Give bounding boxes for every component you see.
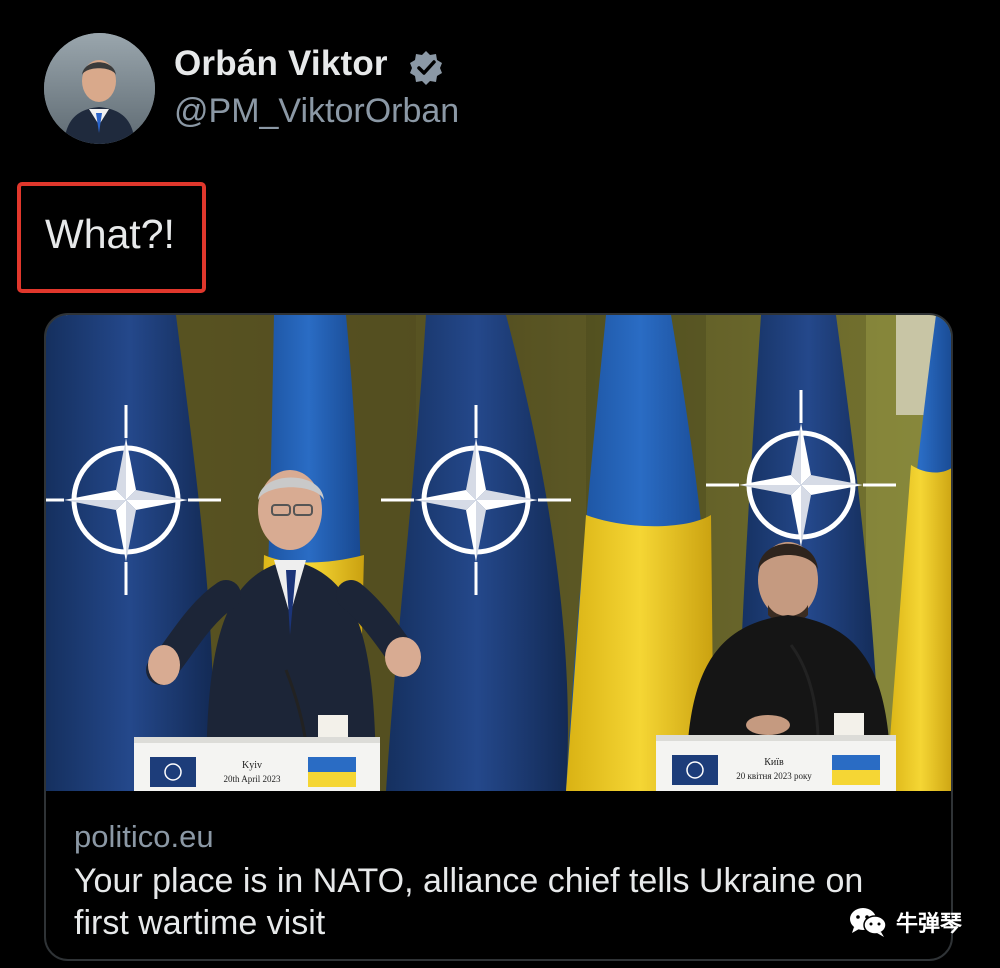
watermark-text: 牛弹琴 xyxy=(896,912,963,937)
left-podium-city: Kyiv xyxy=(242,760,262,771)
wechat-icon xyxy=(850,908,887,937)
card-image[interactable]: Kyiv 20th April 2023 Київ 20 квітня 2023… xyxy=(46,315,951,791)
right-podium-city: Київ xyxy=(764,757,784,768)
left-podium-date: 20th April 2023 xyxy=(223,774,281,784)
author-name[interactable]: Orbán Viktor xyxy=(174,44,388,84)
right-podium-date: 20 квітня 2023 року xyxy=(736,771,812,781)
card-title[interactable]: Your place is in NATO, alliance chief te… xyxy=(74,860,924,944)
tweet: Orbán Viktor @PM_ViktorOrban What?! Kyiv… xyxy=(0,0,1000,968)
tweet-text: What?! xyxy=(45,211,175,257)
link-card[interactable]: Kyiv 20th April 2023 Київ 20 квітня 2023… xyxy=(44,313,953,961)
card-domain[interactable]: politico.eu xyxy=(74,819,214,855)
avatar[interactable] xyxy=(44,33,155,144)
verified-badge-icon xyxy=(407,49,445,87)
author-handle[interactable]: @PM_ViktorOrban xyxy=(174,92,459,131)
watermark: 牛弹琴 xyxy=(848,906,962,938)
